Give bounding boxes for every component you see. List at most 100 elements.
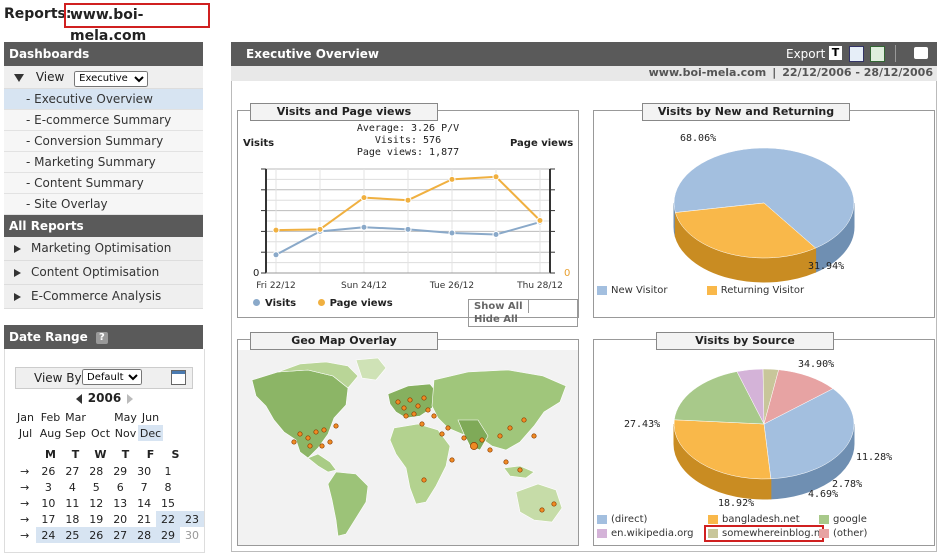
week-arrow-icon[interactable]: → xyxy=(13,495,36,511)
view-by-row: View By Default xyxy=(15,367,193,389)
day-cell[interactable]: 12 xyxy=(84,495,108,511)
month-cell[interactable]: Jan xyxy=(13,409,38,425)
day-cell[interactable]: 21 xyxy=(132,511,156,527)
view-by-select[interactable]: Default xyxy=(82,369,142,385)
sidebar-item-executive-overview[interactable]: - Executive Overview xyxy=(4,89,203,110)
export-excel-icon[interactable] xyxy=(870,46,885,62)
all-reports-header: All Reports xyxy=(4,215,203,237)
day-cell-selected[interactable]: 25 xyxy=(60,527,85,543)
collapse-icon[interactable] xyxy=(14,73,24,82)
legend-pageviews: Page views xyxy=(329,298,393,309)
day-cell[interactable]: 11 xyxy=(60,495,84,511)
day-cell[interactable]: 30 xyxy=(132,463,156,479)
month-cell[interactable]: Feb xyxy=(38,409,63,425)
show-all-button[interactable]: Show All xyxy=(469,300,529,313)
day-cell-selected[interactable]: 28 xyxy=(132,527,157,543)
x-tick-label: Fri 22/12 xyxy=(256,281,296,291)
month-cell[interactable]: Nov xyxy=(113,425,138,441)
day-cell-selected[interactable]: 29 xyxy=(156,527,180,543)
report-content-optimisation[interactable]: Content Optimisation xyxy=(4,261,203,285)
expand-icon xyxy=(14,292,21,301)
day-cell[interactable]: 15 xyxy=(156,495,180,511)
legend-direct: (direct) xyxy=(611,514,648,525)
legend-returning-visitor: Returning Visitor xyxy=(720,285,805,296)
world-map[interactable] xyxy=(238,350,578,545)
day-cell[interactable]: 30 xyxy=(180,527,204,543)
week-arrow-icon[interactable]: → xyxy=(13,463,36,479)
data-point xyxy=(316,225,324,233)
view-select[interactable]: Executive xyxy=(74,70,149,87)
month-cell-selected[interactable]: Dec xyxy=(138,425,163,441)
day-cell[interactable]: 29 xyxy=(108,463,132,479)
x-tick-label: Thu 28/12 xyxy=(516,281,563,291)
help-icon[interactable]: ? xyxy=(95,331,108,344)
day-cell[interactable]: 6 xyxy=(108,479,132,495)
month-cell[interactable]: Mar xyxy=(63,409,88,425)
data-point xyxy=(492,231,500,239)
day-cell[interactable]: 4 xyxy=(60,479,84,495)
next-year-icon[interactable] xyxy=(127,393,134,404)
day-cell[interactable]: 28 xyxy=(84,463,108,479)
pct-wikipedia: 4.69% xyxy=(808,489,839,500)
main-title: Executive Overview xyxy=(246,47,379,61)
day-cell-selected[interactable]: 27 xyxy=(108,527,133,543)
report-marketing-optimisation[interactable]: Marketing Optimisation xyxy=(4,237,203,261)
export-text-icon[interactable]: T xyxy=(829,46,842,60)
day-cell[interactable]: 19 xyxy=(84,511,108,527)
month-cell[interactable]: Oct xyxy=(88,425,113,441)
day-cell[interactable]: 7 xyxy=(132,479,156,495)
sidebar-item-ecommerce-summary[interactable]: - E-commerce Summary xyxy=(4,110,203,131)
report-ecommerce-analysis[interactable]: E-Commerce Analysis xyxy=(4,285,203,309)
prev-year-icon[interactable] xyxy=(75,393,82,404)
day-cell[interactable]: 10 xyxy=(36,495,60,511)
legend-swatch xyxy=(597,285,607,295)
weekday-header: S xyxy=(171,447,180,461)
pct-other: 11.28% xyxy=(856,452,893,463)
day-cell[interactable]: 8 xyxy=(156,479,180,495)
pct-direct: 34.90% xyxy=(798,359,835,370)
day-cell[interactable]: 18 xyxy=(60,511,84,527)
export-xml-icon[interactable] xyxy=(849,46,864,62)
day-cell[interactable]: 14 xyxy=(132,495,156,511)
day-cell[interactable]: 20 xyxy=(108,511,132,527)
day-cell[interactable]: 5 xyxy=(84,479,108,495)
day-cell[interactable]: 1 xyxy=(156,463,180,479)
day-cell[interactable]: 27 xyxy=(60,463,84,479)
week-arrow-icon[interactable]: → xyxy=(13,511,36,527)
day-cell-selected[interactable]: 22 xyxy=(156,511,180,527)
year-label: 2006 xyxy=(87,391,122,405)
geo-map-box: Geo Map Overlay xyxy=(237,332,579,546)
day-cell-selected[interactable]: 26 xyxy=(84,527,109,543)
data-point xyxy=(404,196,412,204)
week-arrow-icon[interactable]: → xyxy=(13,527,36,543)
view-by-label: View By xyxy=(34,371,82,385)
sidebar-item-conversion-summary[interactable]: - Conversion Summary xyxy=(4,131,203,152)
left-zero-label: 0 xyxy=(253,268,260,279)
day-cell[interactable]: 3 xyxy=(36,479,60,495)
hide-all-button[interactable]: Hide All xyxy=(469,313,523,326)
month-cell[interactable]: Jul xyxy=(13,425,38,441)
print-icon[interactable] xyxy=(914,47,928,59)
week-arrow-icon[interactable]: → xyxy=(13,479,36,495)
divider xyxy=(895,45,896,62)
month-cell[interactable]: Jun xyxy=(138,409,163,425)
report-label: Marketing Optimisation xyxy=(31,241,172,255)
sidebar-item-marketing-summary[interactable]: - Marketing Summary xyxy=(4,152,203,173)
day-cell[interactable]: 13 xyxy=(108,495,132,511)
legend-google: google xyxy=(833,514,867,525)
sidebar-item-site-overlay[interactable]: - Site Overlay xyxy=(4,194,203,215)
day-cell-selected[interactable]: 23 xyxy=(180,511,204,527)
show-hide-toggle: Show AllHide All xyxy=(468,299,578,327)
calendar-icon[interactable] xyxy=(171,370,186,385)
data-point xyxy=(536,216,544,224)
sub-date-range: 22/12/2006 - 28/12/2006 xyxy=(782,66,933,79)
month-cell[interactable]: Aug xyxy=(38,425,63,441)
day-cell[interactable]: 17 xyxy=(36,511,60,527)
sidebar-item-content-summary[interactable]: - Content Summary xyxy=(4,173,203,194)
legend-bangladesh: bangladesh.net xyxy=(722,514,800,525)
pct-returning-visitor: 31.94% xyxy=(808,261,845,272)
month-cell[interactable]: May xyxy=(113,409,138,425)
month-cell[interactable]: Sep xyxy=(63,425,88,441)
day-cell[interactable]: 26 xyxy=(36,463,60,479)
day-cell-selected[interactable]: 24 xyxy=(36,527,61,543)
